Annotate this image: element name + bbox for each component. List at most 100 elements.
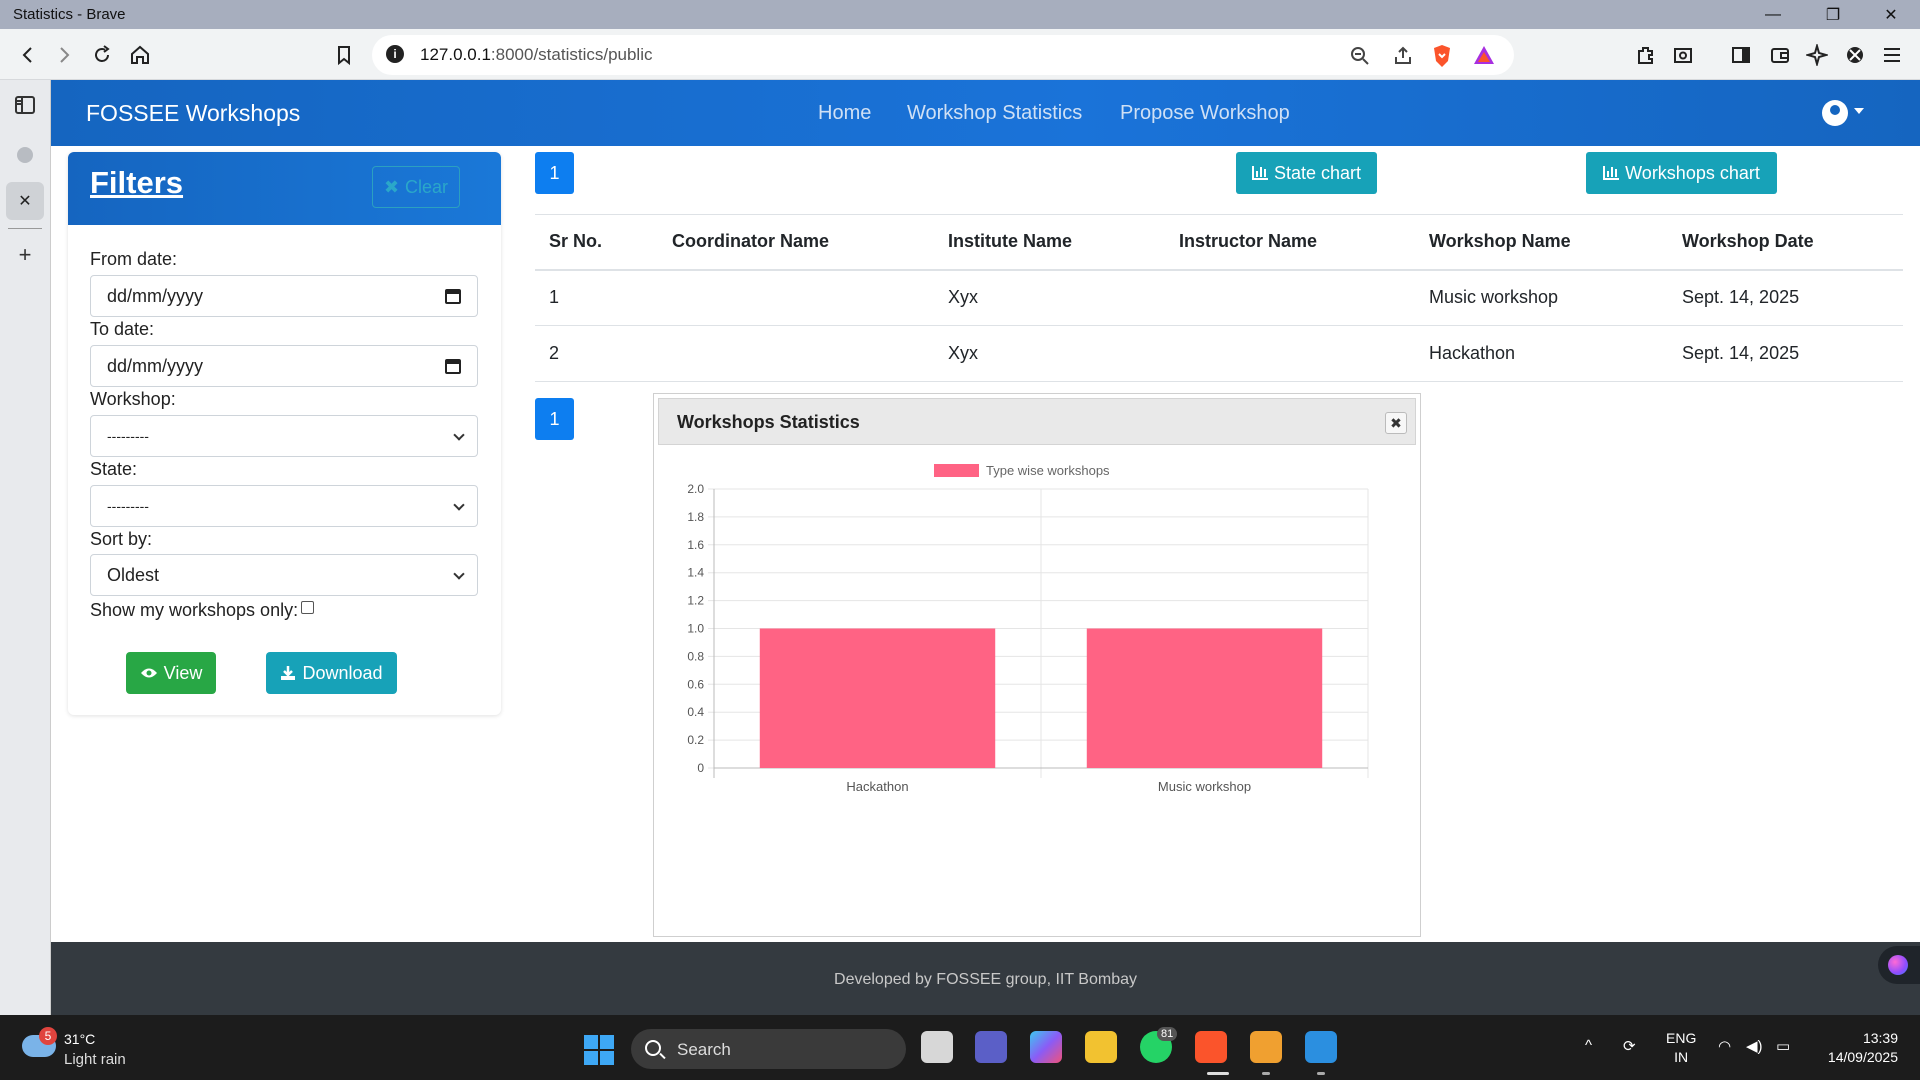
- workshop-select[interactable]: ---------: [90, 415, 478, 457]
- state-select[interactable]: ---------: [90, 485, 478, 527]
- calendar-icon[interactable]: [445, 289, 461, 304]
- leo-assistant-icon[interactable]: [1878, 946, 1920, 984]
- home-button[interactable]: [124, 39, 156, 71]
- bar-chart-icon: [1603, 166, 1620, 180]
- pagination-page-bottom[interactable]: 1: [535, 398, 574, 440]
- copilot-icon[interactable]: [1030, 1031, 1062, 1063]
- share-icon[interactable]: [1392, 45, 1414, 67]
- user-account-icon[interactable]: [1822, 100, 1848, 126]
- reload-button[interactable]: [86, 39, 118, 71]
- wallet-icon: [1771, 48, 1789, 63]
- minimize-button[interactable]: —: [1744, 0, 1802, 29]
- calendar-icon[interactable]: [445, 359, 461, 374]
- clear-button[interactable]: ✖ Clear: [372, 166, 460, 208]
- chevron-up-icon[interactable]: ^: [1585, 1037, 1592, 1054]
- close-icon: ✕: [1884, 6, 1898, 24]
- wifi-icon[interactable]: ◠: [1718, 1037, 1731, 1055]
- task-view-icon[interactable]: [921, 1031, 953, 1063]
- back-arrow-icon: [22, 47, 32, 63]
- file-explorer-icon[interactable]: [1085, 1031, 1117, 1063]
- menu-button[interactable]: [1876, 39, 1908, 71]
- weather-description[interactable]: Light rain: [64, 1051, 126, 1068]
- view-button[interactable]: View: [126, 652, 216, 694]
- vpn-icon: [1847, 47, 1863, 63]
- y-tick-label: 1.8: [687, 510, 704, 524]
- table-row: 2 Xyx Hackathon Sept. 14, 2025: [535, 325, 1903, 382]
- app-indicator: [1317, 1072, 1325, 1075]
- screenshot-icon: [1674, 48, 1692, 63]
- workshops-table: Sr No. Coordinator Name Institute Name I…: [535, 214, 1903, 382]
- sidebar-panel-button[interactable]: [6, 86, 44, 124]
- nav-home[interactable]: Home: [818, 102, 871, 125]
- brave-rewards-icon[interactable]: [1472, 44, 1496, 66]
- brave-beta-icon[interactable]: [1250, 1031, 1282, 1063]
- taskbar-search[interactable]: Search: [631, 1029, 906, 1069]
- state-chart-button[interactable]: State chart: [1236, 152, 1377, 194]
- pagination-page-top[interactable]: 1: [535, 152, 574, 194]
- table-row: 1 Xyx Music workshop Sept. 14, 2025: [535, 269, 1903, 326]
- forward-button[interactable]: [48, 39, 80, 71]
- whatsapp-badge: 81: [1157, 1027, 1178, 1041]
- cell-workshop: Hackathon: [1415, 325, 1668, 382]
- dialog-titlebar[interactable]: Workshops Statistics ✖: [658, 398, 1416, 445]
- screenshot-button[interactable]: [1667, 39, 1699, 71]
- minimize-icon: —: [1765, 5, 1781, 23]
- download-button[interactable]: Download: [266, 652, 397, 694]
- bookmark-button[interactable]: [328, 39, 360, 71]
- show-my-workshops-label: Show my workshops only:: [90, 600, 299, 620]
- app-indicator: [1262, 1072, 1270, 1075]
- nav-workshop-statistics[interactable]: Workshop Statistics: [907, 102, 1082, 125]
- restore-button[interactable]: ❐: [1804, 0, 1862, 29]
- vpn-button[interactable]: [1839, 39, 1871, 71]
- leo-ai-button[interactable]: [1801, 39, 1833, 71]
- brave-shields-icon[interactable]: [1430, 43, 1454, 69]
- back-button[interactable]: [12, 39, 44, 71]
- battery-icon[interactable]: ▭: [1776, 1037, 1790, 1055]
- taskbar-search-label: Search: [677, 1040, 731, 1059]
- address-bar[interactable]: i 127.0.0.1:8000/statistics/public: [372, 35, 1514, 75]
- workshops-statistics-dialog: Type wise workshops 0 0.2 0.4 0.6 0.8 1.0 1.2 1.…: [653, 393, 1421, 937]
- table-header-row: Sr No. Coordinator Name Institute Name I…: [535, 214, 1903, 271]
- close-window-button[interactable]: ✕: [1862, 0, 1920, 29]
- nav-propose-workshop[interactable]: Propose Workshop: [1120, 102, 1290, 125]
- sidebar-toggle-button[interactable]: [1725, 39, 1757, 71]
- y-tick-label: 0: [697, 761, 704, 775]
- wallet-button[interactable]: [1764, 39, 1796, 71]
- language-indicator[interactable]: ENG IN: [1666, 1029, 1696, 1067]
- y-tick-label: 0.6: [687, 677, 704, 691]
- brave-icon[interactable]: [1195, 1031, 1227, 1063]
- cell-institute: Xyx: [934, 325, 1165, 382]
- panel-icon: [15, 96, 35, 114]
- caret-down-icon[interactable]: [1854, 108, 1864, 114]
- dialog-close-button[interactable]: ✖: [1385, 412, 1407, 434]
- site-navbar: FOSSEE Workshops Home Workshop Statistic…: [51, 80, 1920, 146]
- clear-label: Clear: [405, 176, 449, 197]
- extensions-button[interactable]: [1630, 39, 1662, 71]
- system-clock[interactable]: 13:39 14/09/2025: [1818, 1029, 1898, 1067]
- y-tick-label: 1.2: [687, 594, 704, 608]
- globe-tab-button[interactable]: [6, 136, 44, 174]
- site-info-icon[interactable]: i: [386, 45, 404, 63]
- cell-date: Sept. 14, 2025: [1668, 269, 1903, 326]
- workshops-chart-button[interactable]: Workshops chart: [1586, 152, 1777, 194]
- brand-link[interactable]: FOSSEE Workshops: [86, 100, 300, 127]
- sync-icon[interactable]: ⟳: [1623, 1037, 1636, 1055]
- y-tick-label: 0.2: [687, 733, 704, 747]
- chevron-down-icon: [453, 429, 465, 441]
- from-date-placeholder: dd/mm/yyyy: [107, 285, 204, 306]
- close-tab-button[interactable]: ✕: [6, 182, 44, 220]
- sort-select[interactable]: Oldest: [90, 554, 478, 596]
- to-date-input[interactable]: dd/mm/yyyy: [90, 345, 478, 387]
- cell-institute: Xyx: [934, 269, 1165, 326]
- filters-card: Filters ✖ Clear From date: dd/mm/yyyy To…: [68, 152, 501, 715]
- windows-start-icon[interactable]: [584, 1035, 614, 1065]
- show-my-workshops-checkbox[interactable]: [301, 601, 315, 614]
- cell-instructor: [1165, 325, 1415, 382]
- vscode-icon[interactable]: [1305, 1031, 1337, 1063]
- weather-temperature[interactable]: 31°C: [64, 1031, 95, 1047]
- teams-icon[interactable]: [975, 1031, 1007, 1063]
- volume-icon[interactable]: ◀): [1746, 1037, 1763, 1055]
- new-tab-button[interactable]: +: [6, 236, 44, 274]
- from-date-input[interactable]: dd/mm/yyyy: [90, 275, 478, 317]
- zoom-icon[interactable]: [1349, 45, 1371, 67]
